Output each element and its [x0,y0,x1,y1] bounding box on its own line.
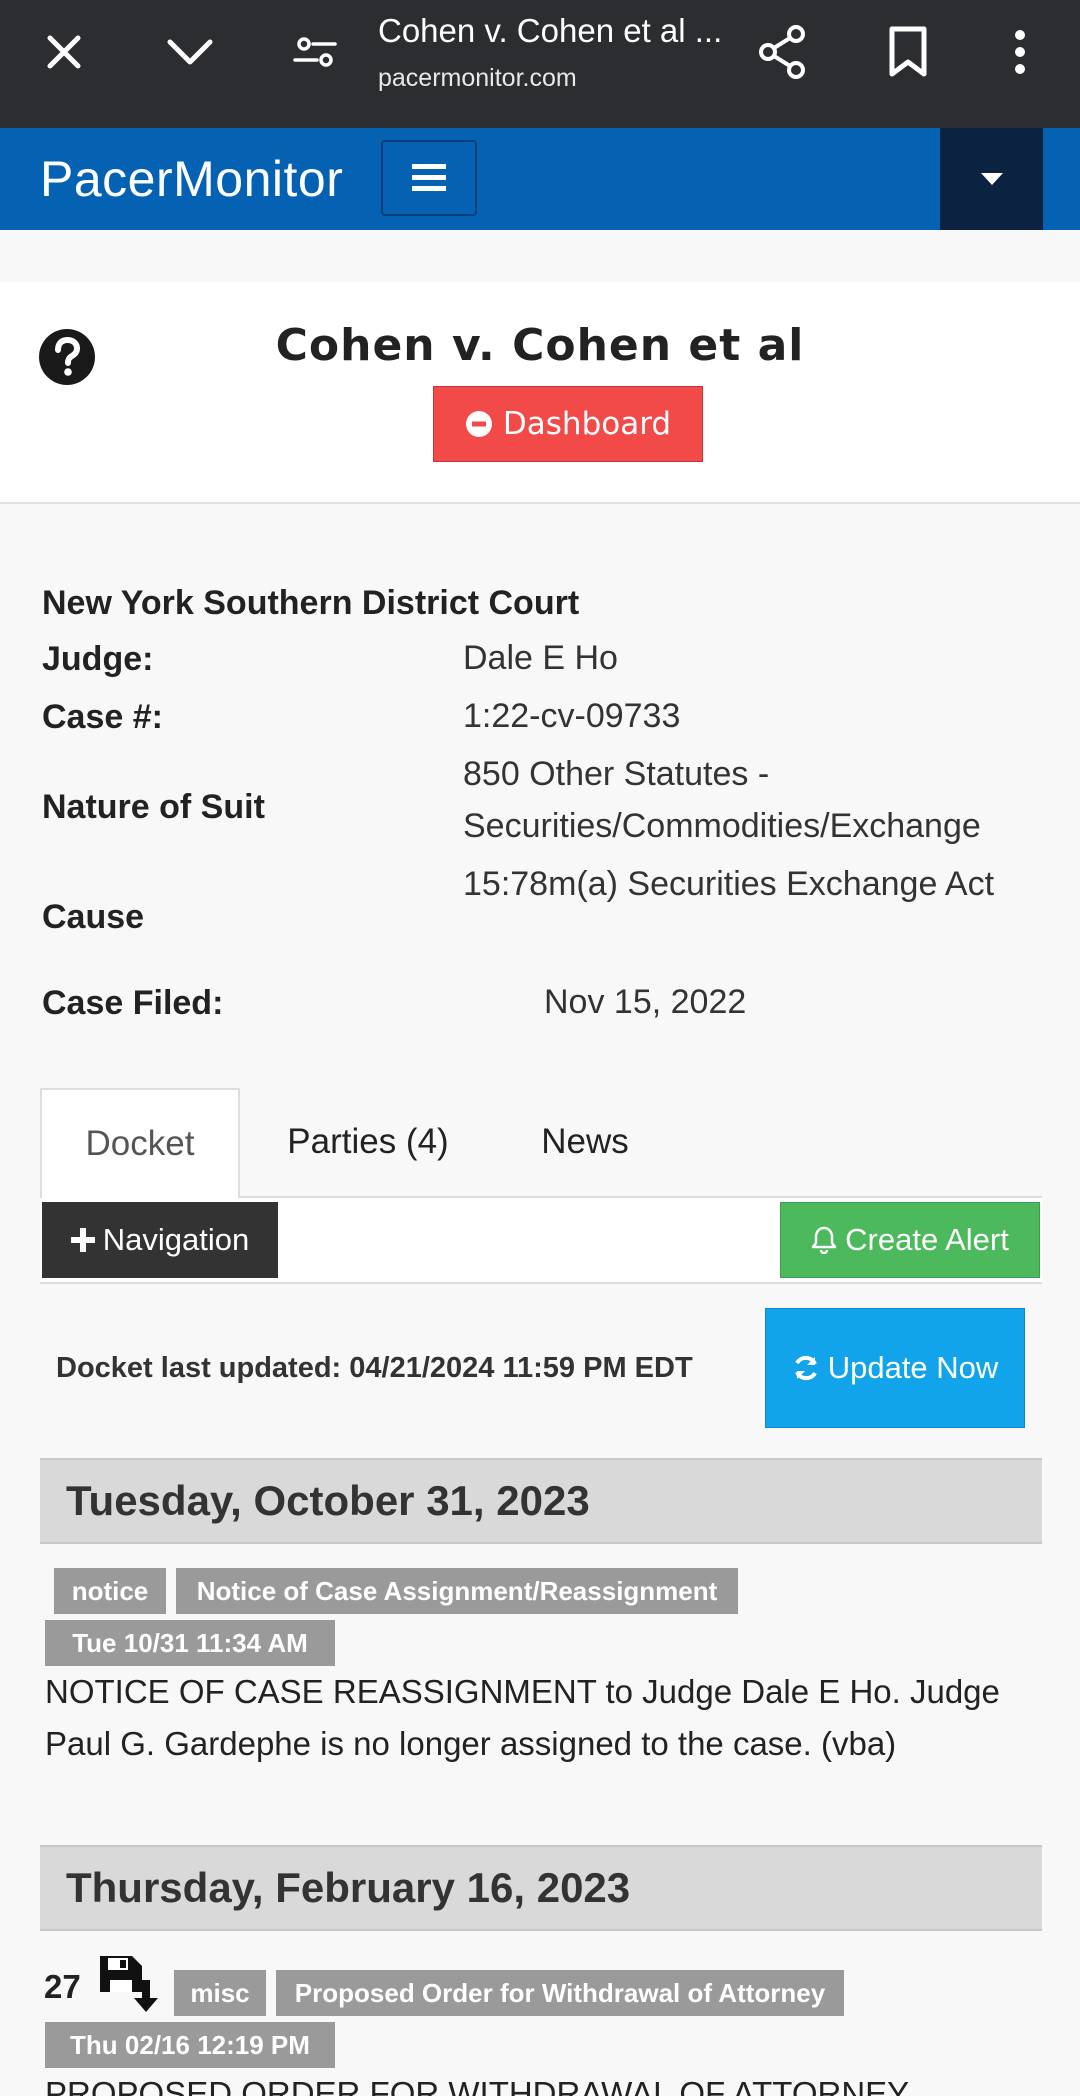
entry-time-badge: Thu 02/16 12:19 PM [45,2022,335,2068]
case-filed-value: Nov 15, 2022 [544,983,747,1021]
entry-category-badge: Notice of Case Assignment/Reassignment [176,1568,738,1614]
chevron-down-icon[interactable] [152,24,228,80]
tab-news[interactable]: News [510,1088,660,1196]
nature-of-suit-value: 850 Other Statutes - Securities/Commodit… [463,755,981,845]
court-name: New York Southern District Court [42,584,580,622]
docket-entry-text: PROPOSED ORDER FOR WITHDRAWAL OF ATTORNE… [45,2075,910,2096]
navigation-label: Navigation [102,1222,250,1257]
dashboard-label: Dashboard [502,406,672,442]
share-icon[interactable] [752,22,812,82]
docket-date-header: Thursday, February 16, 2023 [40,1845,1042,1931]
create-alert-label: Create Alert [845,1222,1009,1257]
update-now-label: Update Now [827,1350,999,1385]
minus-circle-icon [465,411,492,437]
caret-down-icon [980,173,1003,185]
case-number-value: 1:22-cv-09733 [463,697,681,735]
nature-of-suit-label: Nature of Suit [42,788,265,826]
docket-updated-text: Docket last updated: 04/21/2024 11:59 PM… [56,1352,693,1384]
cause-value: 15:78m(a) Securities Exchange Act [463,865,995,903]
bookmark-icon[interactable] [880,22,936,82]
site-header: PacerMonitor [0,128,1080,230]
docket-toolbar: Navigation Create Alert [40,1198,1042,1284]
account-dropdown-button[interactable] [940,128,1043,230]
entry-time-badge: Tue 10/31 11:34 AM [45,1620,335,1666]
cause-label: Cause [42,898,145,936]
entry-category-badge: Proposed Order for Withdrawal of Attorne… [276,1970,844,2016]
browser-toolbar: Cohen v. Cohen et al ... pacermonitor.co… [0,0,1080,128]
create-alert-button[interactable]: Create Alert [780,1202,1040,1278]
case-number-label: Case #: [42,698,163,736]
case-filed-label: Case Filed: [42,984,224,1022]
more-menu-icon[interactable] [998,24,1042,80]
case-title: Cohen v. Cohen et al [275,320,805,371]
judge-label: Judge: [42,640,154,678]
entry-type-badge: misc [174,1970,266,2016]
page-title-tab: Cohen v. Cohen et al ... [378,12,723,49]
case-tabs: Docket Parties (4) News [40,1088,1042,1198]
dashboard-button[interactable]: Dashboard [433,386,703,462]
entry-type-badge: notice [54,1568,166,1614]
judge-value: Dale E Ho [463,639,618,677]
tab-parties[interactable]: Parties (4) [260,1088,476,1196]
docket-date-header: Tuesday, October 31, 2023 [40,1458,1042,1544]
docket-entry-text: NOTICE OF CASE REASSIGNMENT to Judge Dal… [45,1673,1000,1762]
tab-docket[interactable]: Docket [40,1088,240,1198]
url-display[interactable]: pacermonitor.com [378,64,577,93]
download-document-icon[interactable] [98,1954,160,2014]
close-icon[interactable] [28,24,100,80]
plus-icon [70,1228,95,1252]
site-settings-icon[interactable] [285,24,345,80]
navigation-button[interactable]: Navigation [42,1202,278,1278]
case-title-panel: Cohen v. Cohen et al Dashboard [0,282,1080,504]
refresh-icon [794,1355,817,1381]
bell-icon [811,1226,837,1254]
hamburger-icon [412,164,446,191]
entry-number: 27 [44,1968,81,2005]
hamburger-menu-button[interactable] [381,140,477,216]
header-edge [1043,128,1080,230]
brand-logo[interactable]: PacerMonitor [40,150,343,208]
update-now-button[interactable]: Update Now [765,1308,1025,1428]
